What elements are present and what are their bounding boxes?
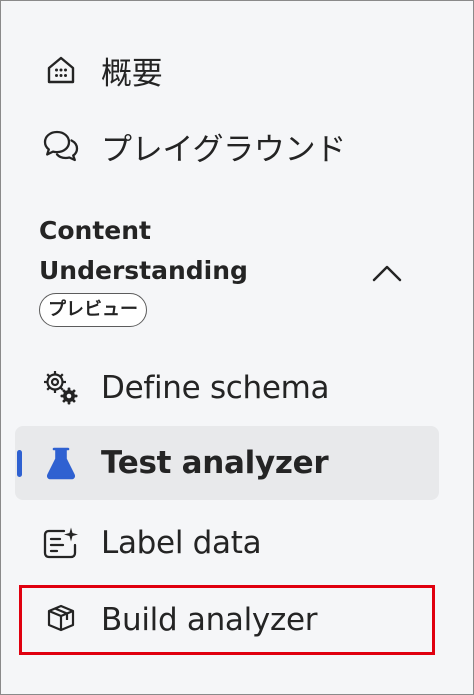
text-sparkle-icon — [39, 521, 83, 565]
section-title: Content Understanding — [39, 216, 248, 285]
nav-label-playground: プレイグラウンド — [101, 131, 346, 168]
home-grid-icon — [39, 48, 83, 92]
nav-item-playground[interactable]: プレイグラウンド — [15, 109, 439, 183]
nav-label-define-schema: Define schema — [101, 370, 330, 406]
nav-label-test-analyzer: Test analyzer — [101, 445, 329, 481]
gear-settings-icon — [39, 366, 83, 410]
preview-badge: プレビュー — [39, 293, 147, 327]
nav-item-define-schema[interactable]: Define schema — [15, 351, 439, 425]
nav-item-label-data[interactable]: Label data — [15, 506, 439, 580]
nav-label-label-data: Label data — [101, 525, 262, 561]
beaker-icon — [39, 441, 83, 485]
collapse-section-button[interactable] — [365, 251, 409, 295]
section-content-understanding: Content Understanding プレビュー — [39, 211, 439, 331]
chat-bubbles-icon — [39, 124, 83, 168]
nav-label-build-analyzer: Build analyzer — [101, 602, 318, 638]
nav-item-build-analyzer[interactable]: Build analyzer — [15, 583, 439, 657]
nav-label-overview: 概要 — [101, 55, 163, 92]
cube-icon — [39, 598, 83, 642]
selected-indicator — [17, 450, 22, 477]
navigation-panel: 概要 プレイグラウンド Content Understanding プレビュー — [0, 0, 474, 695]
nav-item-test-analyzer[interactable]: Test analyzer — [15, 426, 439, 500]
chevron-up-icon — [371, 263, 403, 283]
nav-item-overview[interactable]: 概要 — [15, 33, 439, 107]
